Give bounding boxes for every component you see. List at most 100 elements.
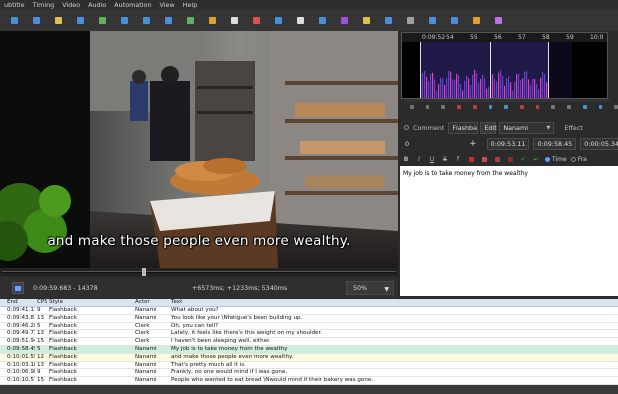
macro-icon[interactable] [424,13,440,29]
style-value: Flashba [452,123,478,132]
style-cell: Flashback [49,377,77,384]
underline-icon[interactable]: U [427,154,437,164]
color3-icon[interactable] [492,154,502,164]
audio-control-9-icon[interactable] [551,105,556,109]
spectrum-bar [484,78,486,98]
video-jump-icon[interactable] [116,13,132,29]
kanji-timer-icon[interactable] [358,13,374,29]
styles-manager-icon[interactable] [248,13,264,29]
save-icon[interactable] [28,13,44,29]
video-display[interactable]: and make those people even more wealthy. [0,31,398,268]
table-row[interactable]: 0:09:58.45 5 Flashback Nanami My job is to t… [0,345,618,354]
zoom-select[interactable]: 50% ▼ [346,281,394,295]
spectrum-bar [424,70,426,98]
header-cps[interactable]: CPS [35,299,47,306]
color1-icon[interactable] [466,154,476,164]
style-cell: Flashback [49,369,77,376]
actor-select[interactable]: Nanami ▼ [499,121,555,134]
audio-control-0-icon[interactable] [410,105,414,109]
audio-waveform[interactable]: 0:09:52 54 55 56 57 58 59 10:0 [401,32,608,99]
autoscroll-button[interactable] [12,282,24,294]
spectrum-bar [512,90,514,98]
styling-assistant-icon[interactable] [270,13,286,29]
audio-control-2-icon[interactable] [441,105,446,109]
edit-style-button[interactable]: Edit [480,121,497,134]
header-text[interactable]: Text [169,299,618,306]
bold-icon[interactable]: B [401,154,411,164]
strikeout-icon[interactable]: S [440,154,450,164]
spell-check-icon[interactable] [380,13,396,29]
detach-video-icon[interactable] [468,13,484,29]
table-row[interactable]: 0:10:10.57 15 Flashback Nanami People who wa… [0,377,618,385]
ruler-tick-label: 10:0 [590,34,604,41]
end-time-field[interactable]: 0:09:58.45 [533,137,577,150]
style-select[interactable]: Flashba [448,121,479,134]
menu-item-5[interactable]: View [156,1,179,9]
italic-icon[interactable]: I [414,154,424,164]
shift-times-icon[interactable] [226,13,242,29]
audio-control-5-icon[interactable] [488,105,493,109]
table-row[interactable]: 0:09:41.11 9 Flashback Nanami What about you… [0,307,618,315]
timing-postprocessor-icon[interactable] [336,13,352,29]
audio-control-7-icon[interactable] [520,105,524,109]
audio-control-10-icon[interactable] [567,105,571,109]
audio-control-6-icon[interactable] [504,105,509,109]
menu-item-4[interactable]: Automation [110,1,155,9]
audio-controls [398,100,618,114]
audio-control-1-icon[interactable] [425,105,430,109]
jump-start-icon[interactable] [138,13,154,29]
replace-icon[interactable] [204,13,220,29]
color4-icon[interactable] [505,154,515,164]
translation-assistant-icon[interactable] [292,13,308,29]
video-seek-bar[interactable] [0,268,398,276]
about-icon[interactable] [490,13,506,29]
audio-control-12-icon[interactable] [598,105,603,109]
table-row[interactable]: 0:10:03.18 13 Flashback Nanami That's pretty… [0,361,618,370]
jump-end-icon[interactable] [160,13,176,29]
table-row[interactable]: 0:09:46.28 5 Flashback Clerk Oh, you can tel… [0,322,618,331]
subtitle-text-edit[interactable]: My job is to take money from the wealthy [400,166,618,296]
menu-item-3[interactable]: Audio [84,1,110,9]
properties-icon[interactable] [50,13,66,29]
fonts-icon[interactable] [94,13,110,29]
table-row[interactable]: 0:09:43.81 13 Flashback Nanami You look like… [0,314,618,323]
audio-control-8-icon[interactable] [535,105,540,109]
time-radio[interactable]: Time [545,156,567,163]
duration-field[interactable]: 0:00:05.34 [580,137,618,150]
font-icon[interactable]: f [453,154,463,164]
next-line-icon[interactable]: ↵ [531,154,541,164]
audio-control-11-icon[interactable] [582,105,587,109]
table-row[interactable]: 0:09:49.73 13 Flashback Clerk Lately, it fee… [0,330,618,339]
audio-ruler: 0:09:52 54 55 56 57 58 59 10:0 [402,33,607,42]
find-icon[interactable] [182,13,198,29]
layer-value[interactable]: 0 [405,140,409,148]
header-actor[interactable]: Actor [133,299,169,306]
menu-item-1[interactable]: Timing [29,1,59,9]
actor-cell: Clerk [135,338,150,345]
table-row[interactable]: 0:09:51.94 15 Flashback Clerk I haven't been… [0,338,618,346]
table-row[interactable]: 0:10:06.98 9 Flashback Nanami Frankly, no on… [0,369,618,378]
audio-control-3-icon[interactable] [457,105,461,109]
color2-icon[interactable] [479,154,489,164]
effect-label[interactable]: Effect [564,124,582,132]
options-icon[interactable] [402,13,418,29]
frame-radio[interactable]: Fra [570,156,587,163]
start-time-field[interactable]: 0:09:53.11 [486,137,530,150]
comment-checkbox[interactable] [404,125,409,130]
attachments-icon[interactable] [72,13,88,29]
bottom-scrollbar[interactable] [0,385,618,394]
open-icon[interactable] [6,13,22,29]
audio-control-4-icon[interactable] [472,105,477,109]
header-style[interactable]: Style [47,299,133,306]
menu-item-6[interactable]: Help [179,1,202,9]
resample-icon[interactable] [314,13,330,29]
header-end[interactable]: End [5,299,35,306]
table-row[interactable]: 0:10:01.55 12 Flashback Nanami and make thos… [0,353,618,362]
commit-icon[interactable]: ✓ [518,154,528,164]
audio-control-13-icon[interactable] [614,105,618,109]
menu-item-2[interactable]: Video [58,1,84,9]
layer-increment-icon[interactable]: + [469,139,477,149]
seek-thumb[interactable] [141,268,146,276]
menu-item-0[interactable]: ubtitle [0,1,29,9]
automation-icon[interactable] [446,13,462,29]
